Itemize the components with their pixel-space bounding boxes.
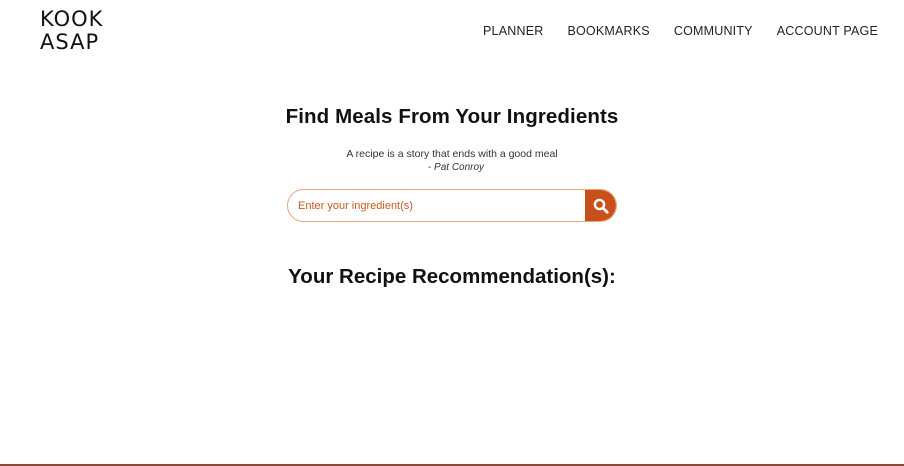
quote-text: A recipe is a story that ends with a goo… bbox=[346, 148, 558, 160]
logo-mark: KOOK ASAP bbox=[40, 7, 104, 54]
logo-line-1: KOOK bbox=[40, 7, 104, 31]
nav-item-planner[interactable]: PLANNER bbox=[483, 22, 543, 40]
recommendations-title: Your Recipe Recommendation(s): bbox=[288, 265, 616, 288]
logo-line-2: ASAP bbox=[40, 30, 99, 54]
nav-item-account-page[interactable]: ACCOUNT PAGE bbox=[777, 22, 878, 40]
logo[interactable]: KOOK ASAP bbox=[38, 6, 116, 54]
search-button[interactable] bbox=[585, 190, 616, 221]
page-title: Find Meals From Your Ingredients bbox=[285, 105, 619, 128]
ingredient-search-input[interactable] bbox=[288, 190, 585, 221]
main-nav: PLANNER BOOKMARKS COMMUNITY ACCOUNT PAGE bbox=[459, 22, 878, 40]
quote: A recipe is a story that ends with a goo… bbox=[0, 147, 904, 175]
nav-item-bookmarks[interactable]: BOOKMARKS bbox=[567, 22, 649, 40]
quote-author: - Pat Conroy bbox=[427, 162, 485, 173]
ingredient-search bbox=[287, 189, 617, 222]
nav-item-community[interactable]: COMMUNITY bbox=[674, 22, 753, 40]
search-icon bbox=[593, 198, 609, 214]
